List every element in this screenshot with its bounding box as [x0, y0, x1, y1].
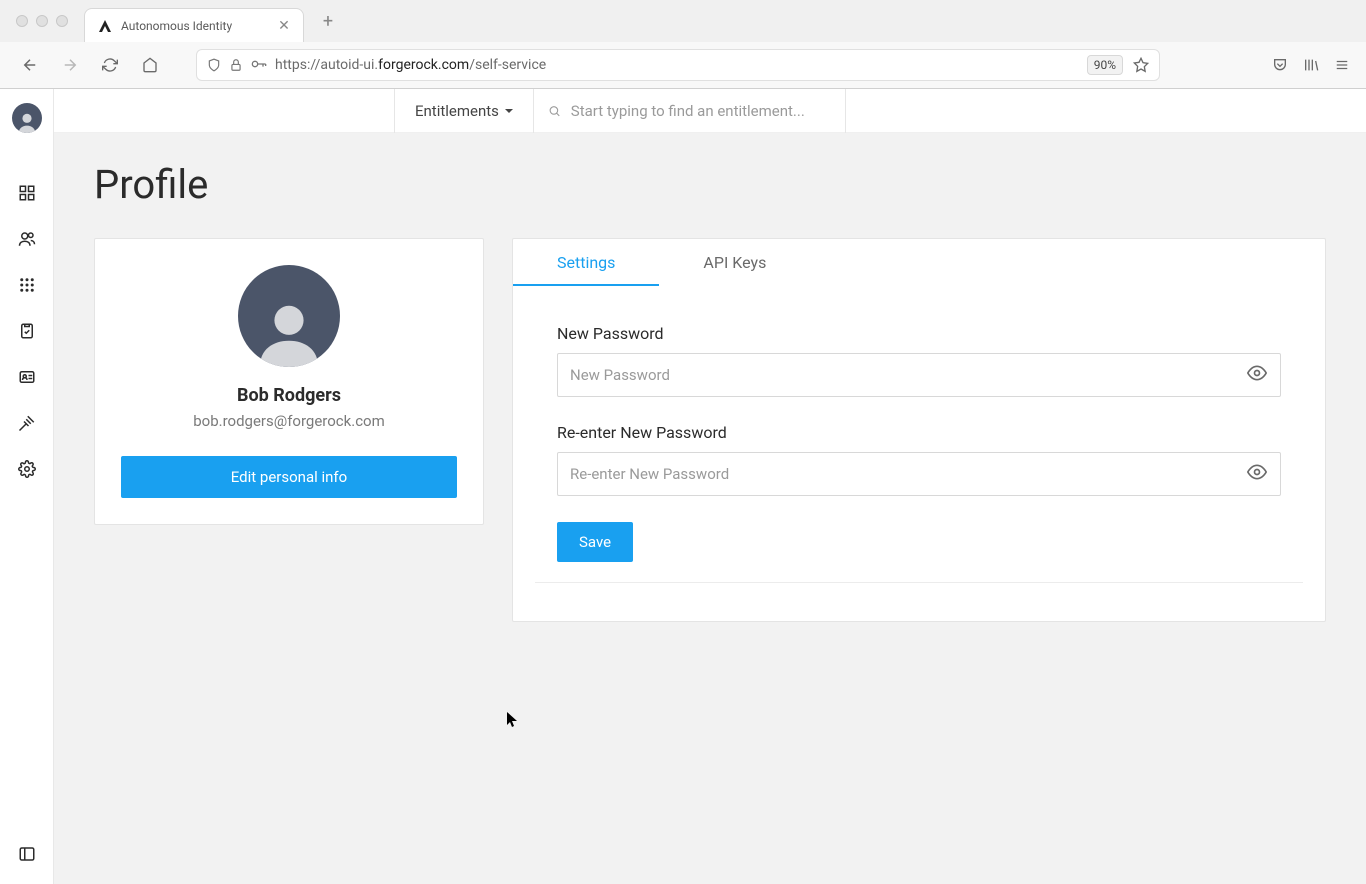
entitlements-label: Entitlements [415, 102, 499, 120]
app-root: Entitlements Profile Bob Rodgers bob.rod… [0, 89, 1366, 884]
chevron-down-icon [505, 109, 513, 113]
tabs: Settings API Keys [513, 239, 1325, 286]
sidebar-collapse-toggle[interactable] [7, 834, 47, 874]
reload-button[interactable] [96, 51, 124, 79]
edit-personal-info-button[interactable]: Edit personal info [121, 456, 457, 498]
sidebar-item-rules[interactable] [7, 403, 47, 443]
app-main: Entitlements Profile Bob Rodgers bob.rod… [54, 89, 1366, 884]
url-security-icons [207, 58, 267, 72]
address-bar: https://autoid-ui.forgerock.com/self-ser… [0, 42, 1366, 88]
window-maximize-icon[interactable] [56, 15, 68, 27]
cards-row: Bob Rodgers bob.rodgers@forgerock.com Ed… [94, 238, 1326, 622]
app-topbar: Entitlements [54, 89, 1366, 133]
content-area: Profile Bob Rodgers bob.rodgers@forgeroc… [54, 133, 1366, 884]
lock-icon [229, 58, 243, 72]
divider [535, 582, 1303, 583]
search-icon [548, 104, 561, 118]
star-icon[interactable] [1133, 57, 1149, 73]
url-bar[interactable]: https://autoid-ui.forgerock.com/self-ser… [196, 49, 1160, 81]
browser-chrome: Autonomous Identity ✕ + https://autoid-u… [0, 0, 1366, 89]
sidebar-item-identities[interactable] [7, 219, 47, 259]
profile-card: Bob Rodgers bob.rodgers@forgerock.com Ed… [94, 238, 484, 525]
apps-icon [18, 276, 36, 294]
gavel-icon [18, 414, 36, 432]
new-password-input[interactable] [557, 353, 1281, 397]
password-form: New Password Re-enter New Password [513, 286, 1325, 582]
users-icon [18, 230, 36, 248]
tab-settings[interactable]: Settings [513, 239, 659, 286]
reenter-password-label: Re-enter New Password [557, 423, 1281, 442]
tab-api-keys[interactable]: API Keys [659, 239, 810, 286]
user-avatar-small[interactable] [12, 103, 42, 133]
left-sidebar [0, 89, 54, 884]
settings-card: Settings API Keys New Password Re-enter … [512, 238, 1326, 622]
sidebar-item-settings[interactable] [7, 449, 47, 489]
eye-icon [1247, 462, 1267, 482]
search-input[interactable] [571, 102, 831, 120]
panel-icon [18, 845, 36, 863]
reenter-password-input[interactable] [557, 452, 1281, 496]
shield-icon [207, 58, 221, 72]
url-text: https://autoid-ui.forgerock.com/self-ser… [275, 57, 1079, 73]
tab-bar: Autonomous Identity ✕ + [0, 0, 1366, 42]
sidebar-item-applications[interactable] [7, 265, 47, 305]
toggle-password-visibility[interactable] [1247, 363, 1267, 387]
sidebar-item-dashboard[interactable] [7, 173, 47, 213]
key-icon [251, 58, 267, 70]
toggle-reenter-password-visibility[interactable] [1247, 462, 1267, 486]
new-tab-button[interactable]: + [314, 7, 342, 35]
window-close-icon[interactable] [16, 15, 28, 27]
grid-icon [18, 184, 36, 202]
gear-icon [18, 460, 36, 478]
profile-name: Bob Rodgers [237, 385, 341, 406]
new-password-label: New Password [557, 324, 1281, 343]
save-button[interactable]: Save [557, 522, 633, 562]
sidebar-item-certifications[interactable] [7, 311, 47, 351]
menu-icon[interactable] [1334, 58, 1350, 72]
forward-button[interactable] [56, 51, 84, 79]
tab-close-icon[interactable]: ✕ [277, 19, 291, 33]
tab-title: Autonomous Identity [121, 19, 269, 33]
id-card-icon [18, 368, 36, 386]
search-wrap [534, 89, 846, 133]
library-icon[interactable] [1302, 57, 1320, 73]
sidebar-item-roles[interactable] [7, 357, 47, 397]
profile-email: bob.rodgers@forgerock.com [193, 412, 385, 430]
tab-favicon-icon [97, 18, 113, 34]
back-button[interactable] [16, 51, 44, 79]
user-avatar-large [238, 265, 340, 367]
zoom-badge[interactable]: 90% [1087, 55, 1123, 75]
entitlements-dropdown[interactable]: Entitlements [394, 89, 534, 133]
browser-tab[interactable]: Autonomous Identity ✕ [84, 8, 304, 42]
clipboard-icon [18, 322, 36, 340]
pocket-icon[interactable] [1272, 57, 1288, 73]
window-minimize-icon[interactable] [36, 15, 48, 27]
home-button[interactable] [136, 51, 164, 79]
page-title: Profile [94, 161, 1326, 208]
window-controls [16, 15, 68, 27]
eye-icon [1247, 363, 1267, 383]
